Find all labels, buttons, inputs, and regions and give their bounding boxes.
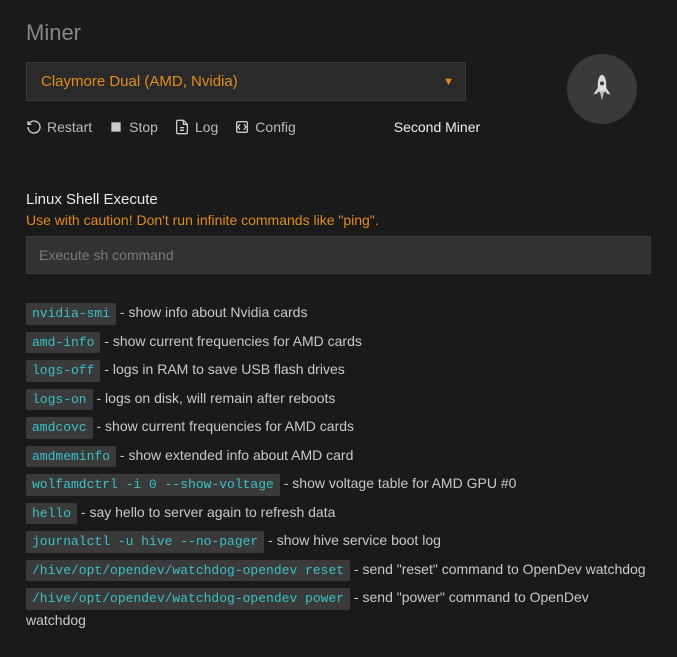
config-label: Config xyxy=(255,119,295,135)
command-code[interactable]: amdmeminfo xyxy=(26,446,116,468)
command-description: - show hive service boot log xyxy=(264,532,441,548)
log-label: Log xyxy=(195,119,218,135)
stop-icon xyxy=(108,119,124,135)
command-code[interactable]: amdcovc xyxy=(26,417,93,439)
command-row: /hive/opt/opendev/watchdog-opendev power… xyxy=(26,587,651,631)
command-code[interactable]: hello xyxy=(26,503,77,525)
command-description: - send "reset" command to OpenDev watchd… xyxy=(350,561,646,577)
config-button[interactable]: Config xyxy=(234,119,295,135)
rocket-icon xyxy=(567,54,637,124)
command-code[interactable]: journalctl -u hive --no-pager xyxy=(26,531,264,553)
command-description: - logs in RAM to save USB flash drives xyxy=(100,361,344,377)
command-row: amdmeminfo - show extended info about AM… xyxy=(26,445,651,468)
command-row: journalctl -u hive --no-pager - show hiv… xyxy=(26,530,651,553)
command-code[interactable]: /hive/opt/opendev/watchdog-opendev reset xyxy=(26,560,350,582)
command-code[interactable]: logs-on xyxy=(26,389,93,411)
command-row: wolfamdctrl -i 0 --show-voltage - show v… xyxy=(26,473,651,496)
stop-label: Stop xyxy=(129,119,158,135)
command-row: hello - say hello to server again to ref… xyxy=(26,502,651,525)
command-description: - say hello to server again to refresh d… xyxy=(77,504,335,520)
command-code[interactable]: wolfamdctrl -i 0 --show-voltage xyxy=(26,474,280,496)
stop-button[interactable]: Stop xyxy=(108,119,158,135)
command-description: - logs on disk, will remain after reboot… xyxy=(93,390,336,406)
command-row: logs-on - logs on disk, will remain afte… xyxy=(26,388,651,411)
command-code[interactable]: amd-info xyxy=(26,332,100,354)
restart-label: Restart xyxy=(47,119,92,135)
shell-title: Linux Shell Execute xyxy=(26,191,651,208)
command-row: logs-off - logs in RAM to save USB flash… xyxy=(26,359,651,382)
miner-select-wrap[interactable]: Claymore Dual (AMD, Nvidia) ▼ xyxy=(26,62,466,101)
command-description: - show extended info about AMD card xyxy=(116,447,353,463)
config-icon xyxy=(234,119,250,135)
shell-warning: Use with caution! Don't run infinite com… xyxy=(26,212,651,228)
command-description: - show info about Nvidia cards xyxy=(116,304,307,320)
command-description: - show current frequencies for AMD cards xyxy=(93,418,354,434)
command-row: nvidia-smi - show info about Nvidia card… xyxy=(26,302,651,325)
command-description: - show current frequencies for AMD cards xyxy=(100,333,361,349)
command-code[interactable]: logs-off xyxy=(26,360,100,382)
command-description: - show voltage table for AMD GPU #0 xyxy=(280,475,517,491)
shell-command-input[interactable] xyxy=(26,236,651,274)
second-miner-link[interactable]: Second Miner xyxy=(394,119,480,135)
restart-button[interactable]: Restart xyxy=(26,119,92,135)
log-button[interactable]: Log xyxy=(174,119,218,135)
miner-select[interactable]: Claymore Dual (AMD, Nvidia) xyxy=(26,62,466,101)
command-row: amdcovc - show current frequencies for A… xyxy=(26,416,651,439)
restart-icon xyxy=(26,119,42,135)
command-code[interactable]: nvidia-smi xyxy=(26,303,116,325)
log-icon xyxy=(174,119,190,135)
command-code[interactable]: /hive/opt/opendev/watchdog-opendev power xyxy=(26,588,350,610)
command-list: nvidia-smi - show info about Nvidia card… xyxy=(26,302,651,631)
command-row: /hive/opt/opendev/watchdog-opendev reset… xyxy=(26,559,651,582)
page-title: Miner xyxy=(26,20,651,46)
command-row: amd-info - show current frequencies for … xyxy=(26,331,651,354)
